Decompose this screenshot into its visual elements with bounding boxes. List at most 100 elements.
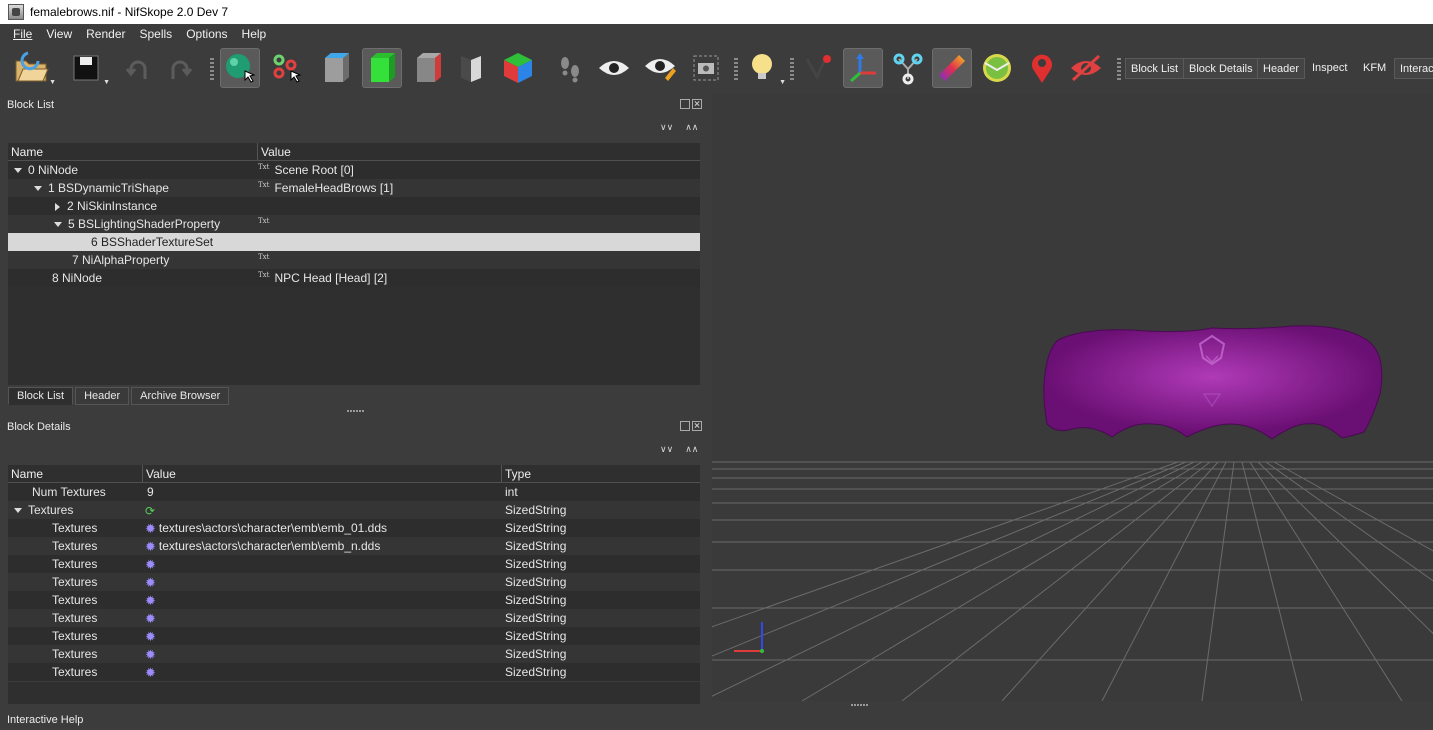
render-viewport[interactable]: [712, 94, 1433, 701]
dock-splitter-handle[interactable]: [347, 410, 365, 412]
detail-row[interactable]: Textures ✹ SizedString: [8, 591, 700, 609]
tab-block-list[interactable]: Block List: [8, 387, 74, 405]
column-header-name[interactable]: Name: [8, 143, 258, 160]
tree-row-selected[interactable]: 6 BSShaderTextureSet: [8, 233, 700, 251]
collapse-up-icon[interactable]: ∧∧: [685, 122, 698, 133]
marker-icon[interactable]: [1022, 48, 1062, 88]
tree-row[interactable]: 8 NiNode Txt NPC Head [Head] [2]: [8, 269, 700, 287]
gear-icon[interactable]: ✹: [145, 629, 156, 644]
toolbar-grip[interactable]: [734, 58, 738, 80]
viewport-splitter[interactable]: [712, 701, 1433, 730]
detail-row[interactable]: Textures ✹ SizedString: [8, 573, 700, 591]
detail-row[interactable]: Textures ✹ SizedString: [8, 663, 700, 681]
menu-file[interactable]: File: [6, 24, 39, 44]
textures-icon[interactable]: [362, 48, 402, 88]
gradient-icon[interactable]: [932, 48, 972, 88]
detail-row[interactable]: Textures ✹ textures\actors\character\emb\…: [8, 537, 700, 555]
glow-icon[interactable]: [640, 48, 680, 88]
float-dock-icon[interactable]: [680, 99, 690, 109]
block-details-tree[interactable]: Name Value Type Num Textures 9 int Textu…: [8, 465, 700, 681]
expand-arrow-icon[interactable]: [55, 202, 60, 211]
normals-icon[interactable]: [452, 48, 492, 88]
gear-icon[interactable]: ✹: [145, 647, 156, 662]
splitter-handle[interactable]: [851, 704, 869, 706]
tree-row[interactable]: 5 BSLightingShaderProperty Txt: [8, 215, 700, 233]
detail-row[interactable]: Textures ✹ SizedString: [8, 609, 700, 627]
expand-arrow-icon[interactable]: [54, 222, 62, 228]
tree-row[interactable]: 7 NiAlphaProperty Txt: [8, 251, 700, 269]
menu-help[interactable]: Help: [235, 24, 274, 44]
menu-options[interactable]: Options: [179, 24, 234, 44]
gear-icon[interactable]: ✹: [145, 611, 156, 626]
detail-row[interactable]: Textures ✹ textures\actors\character\emb\…: [8, 519, 700, 537]
field-value[interactable]: textures\actors\character\emb\emb_n.dds: [159, 539, 380, 553]
tree-row[interactable]: 1 BSDynamicTriShape Txt FemaleHeadBrows […: [8, 179, 700, 197]
hidden-icon[interactable]: [1066, 48, 1106, 88]
detail-row[interactable]: Num Textures 9 int: [8, 483, 700, 501]
column-header-value[interactable]: Value: [143, 465, 502, 482]
collapse-down-icon[interactable]: ∨∨: [660, 122, 673, 133]
column-header-value[interactable]: Value: [258, 143, 700, 160]
redo-icon[interactable]: [160, 48, 200, 88]
toolbar-grip[interactable]: [1117, 58, 1121, 80]
collapse-up-icon[interactable]: ∧∧: [685, 444, 698, 455]
walk-icon[interactable]: [550, 48, 590, 88]
toolbar-inspect-button[interactable]: Inspect: [1307, 58, 1352, 79]
constraints-icon[interactable]: [977, 48, 1017, 88]
open-icon[interactable]: ▼: [12, 48, 56, 88]
detail-row[interactable]: Textures ✹ SizedString: [8, 627, 700, 645]
axes-icon[interactable]: [843, 48, 883, 88]
gear-icon[interactable]: ✹: [145, 521, 156, 536]
toolbar-interactive-help-button[interactable]: Interac: [1394, 58, 1433, 79]
vertex-colors-icon[interactable]: [408, 48, 448, 88]
toolbar-grip[interactable]: [210, 58, 214, 80]
expand-arrow-icon[interactable]: [34, 186, 42, 192]
brows-mesh[interactable]: [1043, 325, 1383, 440]
block-list-tree[interactable]: Name Value 0 NiNode Txt Scene Root [0] 1 …: [8, 143, 700, 287]
column-header-type[interactable]: Type: [502, 465, 700, 482]
menu-render[interactable]: Render: [79, 24, 132, 44]
collision-icon[interactable]: [798, 48, 838, 88]
expand-arrow-icon[interactable]: [14, 508, 22, 514]
field-value[interactable]: textures\actors\character\emb\emb_01.dds: [159, 521, 387, 535]
view-icon[interactable]: [594, 48, 634, 88]
tree-row[interactable]: 0 NiNode Txt Scene Root [0]: [8, 161, 700, 179]
tab-header[interactable]: Header: [75, 387, 130, 405]
gear-icon[interactable]: ✹: [145, 539, 156, 554]
collapse-down-icon[interactable]: ∨∨: [660, 444, 673, 455]
screenshot-icon[interactable]: [686, 48, 726, 88]
undo-icon[interactable]: [118, 48, 158, 88]
block-list-empty-area[interactable]: [8, 287, 700, 385]
block-details-empty-area[interactable]: [8, 682, 700, 704]
shading-icon[interactable]: [316, 48, 356, 88]
refresh-icon[interactable]: ⟳: [145, 504, 155, 518]
float-dock-icon[interactable]: [680, 421, 690, 431]
close-dock-icon[interactable]: [692, 421, 702, 431]
toolbar-block-list-button[interactable]: Block List: [1125, 58, 1185, 79]
toolbar-grip[interactable]: [790, 58, 794, 80]
detail-row[interactable]: Textures ⟳ SizedString: [8, 501, 700, 519]
toolbar-block-details-button[interactable]: Block Details: [1183, 58, 1259, 79]
gear-icon[interactable]: ✹: [145, 575, 156, 590]
save-icon[interactable]: ▼: [66, 48, 110, 88]
detail-row[interactable]: Textures ✹ SizedString: [8, 555, 700, 573]
menu-view[interactable]: View: [39, 24, 79, 44]
menu-spells[interactable]: Spells: [133, 24, 180, 44]
toolbar-header-button[interactable]: Header: [1257, 58, 1306, 79]
nodes-icon[interactable]: [888, 48, 928, 88]
tab-archive-browser[interactable]: Archive Browser: [131, 387, 230, 405]
field-value[interactable]: 9: [143, 483, 502, 501]
vertex-select-icon[interactable]: [266, 48, 306, 88]
gear-icon[interactable]: ✹: [145, 593, 156, 608]
detail-row[interactable]: Textures ✹ SizedString: [8, 645, 700, 663]
lighting-icon[interactable]: ▼: [742, 48, 786, 88]
close-dock-icon[interactable]: [692, 99, 702, 109]
expand-arrow-icon[interactable]: [14, 168, 22, 174]
gear-icon[interactable]: ✹: [145, 665, 156, 680]
viewport-scene[interactable]: [712, 94, 1433, 701]
toolbar-kfm-button[interactable]: KFM: [1358, 58, 1391, 79]
tree-row[interactable]: 2 NiSkinInstance: [8, 197, 700, 215]
gear-icon[interactable]: ✹: [145, 557, 156, 572]
specular-icon[interactable]: [498, 48, 538, 88]
column-header-name[interactable]: Name: [8, 465, 143, 482]
